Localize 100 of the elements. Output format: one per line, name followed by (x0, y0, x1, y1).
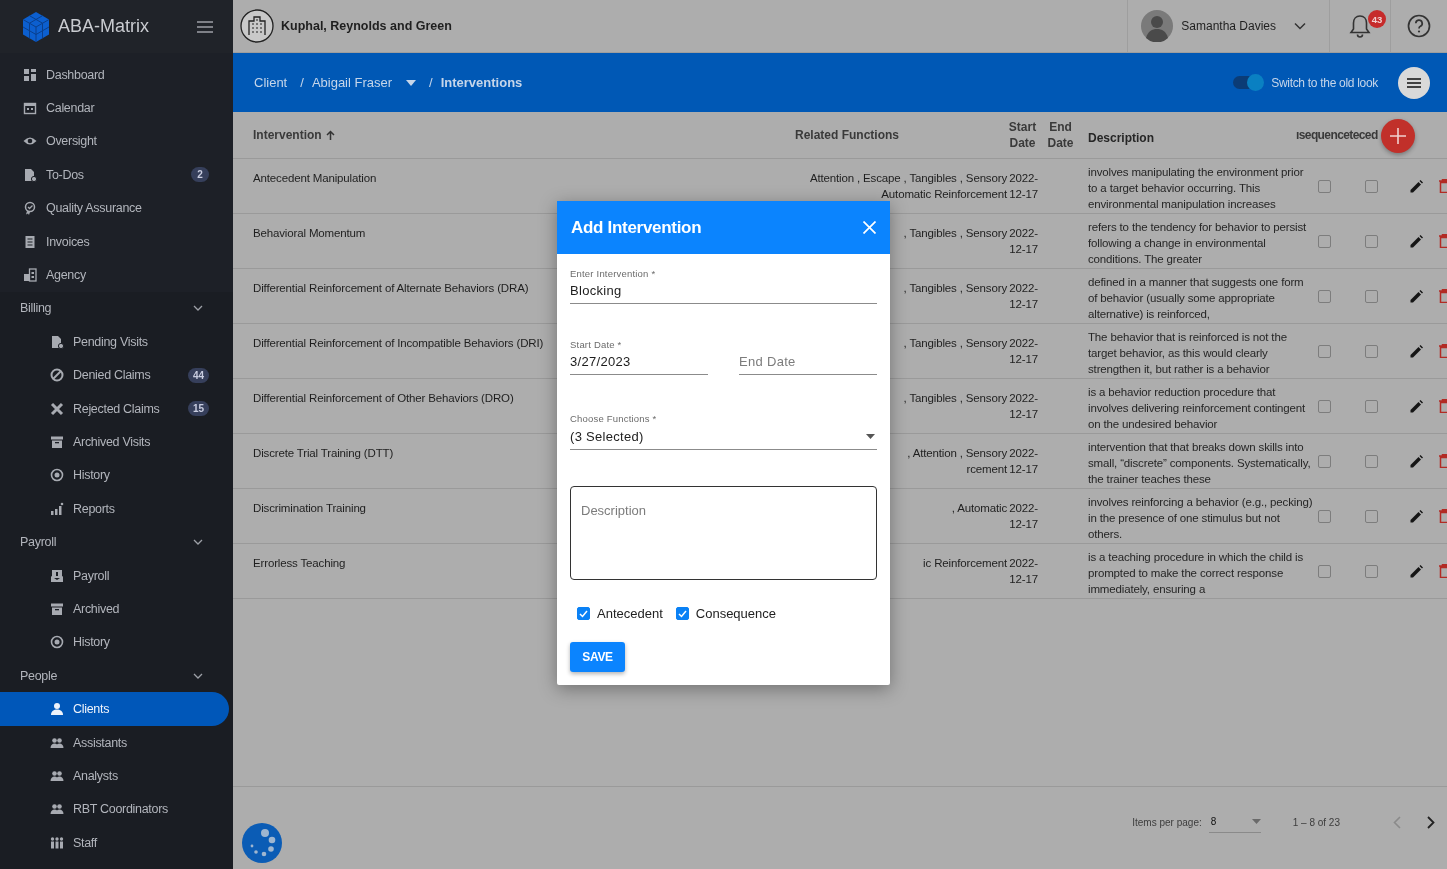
trash-icon[interactable] (1439, 454, 1447, 468)
sidebar-item[interactable]: Calendar (0, 91, 233, 125)
sidebar-item[interactable]: Reports (0, 492, 233, 526)
checkbox[interactable] (1317, 344, 1331, 358)
pencil-icon[interactable] (1409, 399, 1423, 413)
pencil-icon[interactable] (1409, 564, 1423, 578)
breadcrumb-link[interactable]: Client (254, 75, 288, 90)
calendar-icon (23, 101, 37, 116)
table-cell-text: Attention , Escape , Tangibles , Sensory (809, 171, 1007, 186)
trash-icon[interactable] (1439, 344, 1447, 358)
sidebar-item[interactable]: Oversight (0, 124, 233, 159)
table-cell-text: defined in a manner that suggests one form of behavior (usually some appropriate alternative) is reinforced, (1087, 275, 1305, 322)
sidebar-item[interactable]: Archived (0, 592, 233, 626)
sidebar-section-header[interactable]: Billing (0, 291, 233, 326)
sidebar-item[interactable]: Agency (0, 258, 233, 292)
sidebar-item[interactable]: Payroll (0, 558, 233, 593)
select-field[interactable]: Choose Functions * (3 Selected) (570, 413, 877, 450)
add-button[interactable] (1381, 119, 1415, 153)
staff-icon (50, 835, 64, 850)
column-header[interactable]: Description (1083, 124, 1154, 146)
sidebar-item[interactable]: Invoices (0, 224, 233, 259)
checkbox[interactable] (1364, 509, 1378, 523)
trash-icon[interactable] (1439, 399, 1447, 413)
column-header[interactable]: teced (1349, 128, 1378, 142)
sidebar-item[interactable]: Pending Visits (0, 325, 233, 359)
column-header[interactable]: Related Functions (795, 128, 899, 142)
archive-box-icon (50, 435, 64, 449)
checkbox[interactable] (1364, 234, 1378, 248)
description-field[interactable]: Description (570, 486, 877, 580)
column-header[interactable]: Start Date (1007, 119, 1038, 151)
checkbox[interactable] (1364, 399, 1378, 413)
save-button[interactable]: SAVE (570, 642, 625, 672)
menu-icon[interactable] (197, 20, 213, 33)
trash-icon[interactable] (1439, 234, 1447, 248)
column-header[interactable]: ısequence (1296, 128, 1350, 142)
dialog-title: Add Intervention (571, 217, 702, 238)
checkbox[interactable] (1364, 454, 1378, 468)
text-field[interactable]: Blocking (570, 282, 877, 304)
checkbox[interactable] (1364, 289, 1378, 303)
app-name: ABA-Matrix (58, 16, 149, 37)
trash-icon[interactable] (1439, 564, 1447, 578)
sidebar-item[interactable]: Assistants (0, 725, 233, 760)
checkbox[interactable] (1317, 454, 1331, 468)
pencil-icon[interactable] (1409, 179, 1423, 193)
checkbox[interactable] (1364, 344, 1378, 358)
trash-icon[interactable] (1439, 509, 1447, 523)
table-cell-text: ic Reinforcement (923, 556, 1007, 571)
next-page-button[interactable] (1427, 815, 1435, 829)
previous-page-button[interactable] (1393, 815, 1401, 829)
user-menu[interactable]: Samantha Davies (1127, 0, 1329, 52)
sidebar-item[interactable]: Rejected Claims 15 (0, 391, 233, 426)
sidebar-item[interactable]: History (0, 458, 233, 493)
checkbox[interactable] (577, 607, 590, 620)
column-header[interactable]: End Date (1038, 119, 1083, 151)
sidebar-section-header[interactable]: People (0, 659, 233, 693)
checkbox[interactable] (1317, 179, 1331, 193)
checkbox[interactable] (1317, 399, 1331, 413)
toggle-label: Switch to the old look (1271, 75, 1378, 90)
sidebar-item[interactable]: Denied Claims 44 (0, 358, 233, 392)
pencil-icon[interactable] (1409, 234, 1423, 248)
pencil-icon[interactable] (1409, 454, 1423, 468)
checkbox[interactable] (1317, 509, 1331, 523)
date-field[interactable]: End Date (739, 353, 877, 375)
table-cell-text: , Tangibles , Sensory (903, 336, 1007, 351)
checkbox[interactable] (1364, 179, 1378, 193)
checkbox[interactable] (675, 607, 689, 620)
column-header[interactable]: Intervention (253, 128, 335, 142)
table-cell-text: involves reinforcing a behavior (e.g., pecking) in the presence of one stimulus but not others. (1087, 495, 1313, 542)
pencil-icon[interactable] (1409, 344, 1423, 358)
sidebar-item[interactable]: Dashboard (0, 58, 233, 92)
checkbox[interactable] (1364, 564, 1378, 578)
sidebar-item[interactable]: Quality Assurance (0, 191, 233, 225)
breadcrumb-dropdown[interactable]: Abigail Fraser (311, 75, 417, 90)
sidebar-item[interactable]: Analysts (0, 759, 233, 793)
bell-icon[interactable] (1349, 14, 1371, 38)
sidebar-item[interactable]: Staff (0, 826, 233, 860)
invoice-icon (23, 234, 37, 249)
sidebar-item[interactable]: Clients (0, 692, 229, 726)
pencil-icon[interactable] (1409, 289, 1423, 303)
table-cell-text: Differential Reinforcement of Alternate Behaviors (DRA) (253, 281, 529, 296)
trash-icon[interactable] (1439, 289, 1447, 303)
checkbox[interactable] (1317, 564, 1331, 578)
page-size-select[interactable]: 8 (1208, 811, 1261, 833)
sidebar-section-header[interactable]: Payroll (0, 525, 233, 559)
date-field[interactable]: 3/27/2023 (570, 353, 708, 375)
close-button[interactable] (863, 221, 876, 234)
checkbox[interactable] (1317, 234, 1331, 248)
help-icon[interactable] (1407, 14, 1431, 38)
company-name: Kuphal, Reynolds and Green (281, 19, 452, 33)
pencil-icon[interactable] (1409, 509, 1423, 523)
sidebar-item[interactable]: Archived Visits (0, 425, 233, 459)
menu-button[interactable] (1398, 66, 1430, 99)
building-logo-icon (240, 9, 274, 43)
checkbox[interactable] (1317, 289, 1331, 303)
sidebar-item[interactable]: RBT Coordinators (0, 792, 233, 826)
sidebar-item[interactable]: To-Dos 2 (0, 158, 233, 192)
sidebar-item[interactable]: History (0, 625, 233, 660)
table-cell-text: Antecedent Manipulation (253, 171, 377, 186)
trash-icon[interactable] (1439, 179, 1447, 193)
toggle-switch[interactable] (1233, 76, 1264, 89)
